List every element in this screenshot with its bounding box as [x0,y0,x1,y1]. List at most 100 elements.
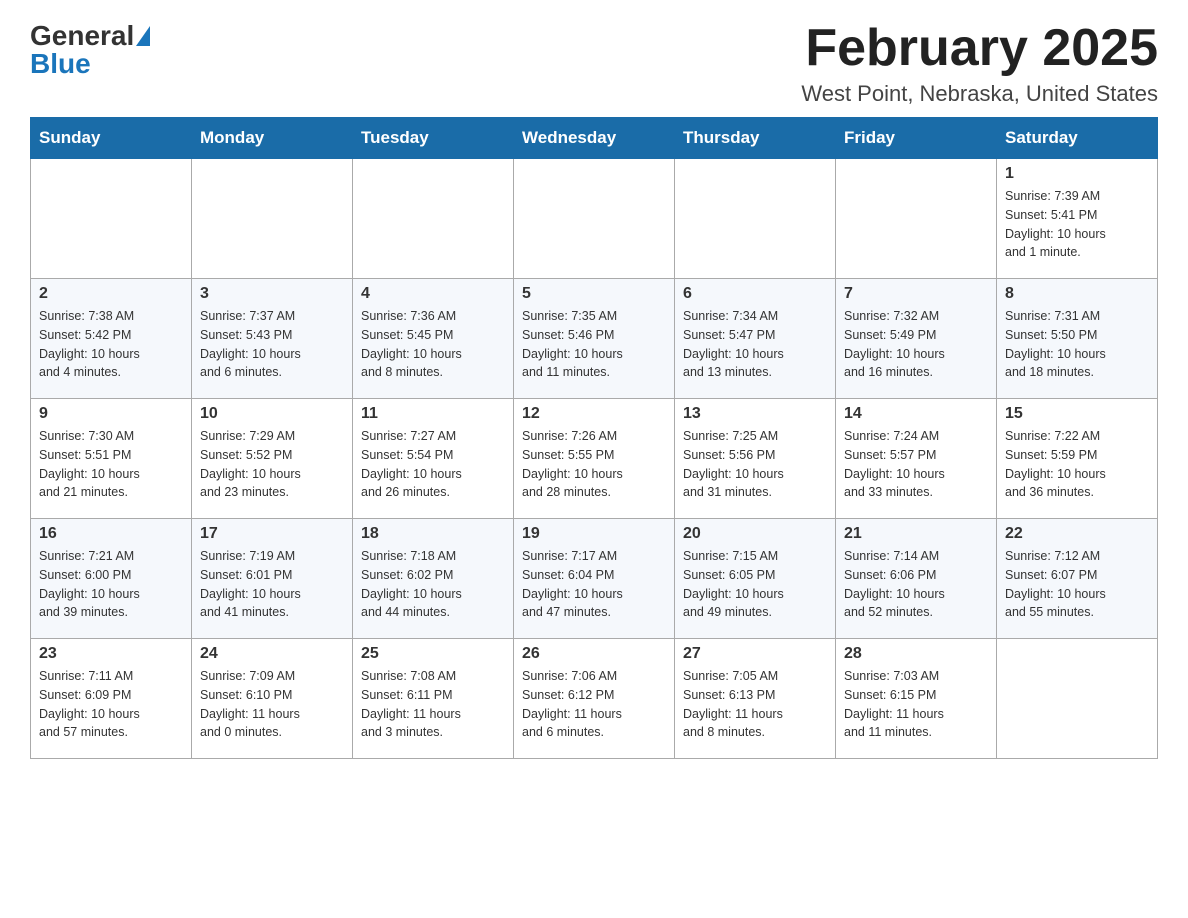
calendar-title: February 2025 [801,20,1158,77]
calendar-cell: 1Sunrise: 7:39 AM Sunset: 5:41 PM Daylig… [997,159,1158,279]
day-number: 14 [844,405,988,423]
day-number: 9 [39,405,183,423]
day-number: 13 [683,405,827,423]
calendar-cell: 20 Sunrise: 7:15 AM Sunset: 6:05 PM Dayli… [675,519,836,639]
calendar-cell [192,159,353,279]
day-info: Sunrise: 7:26 AM Sunset: 5:55 PM Dayligh… [522,427,666,502]
day-number: 24 [200,645,344,663]
calendar-cell [675,159,836,279]
day-info: Sunrise: 7:11 AM Sunset: 6:09 PM Dayligh… [39,667,183,742]
calendar-cell: 7 Sunrise: 7:32 AM Sunset: 5:49 PM Daylig… [836,279,997,399]
col-saturday: Saturday [997,118,1158,159]
calendar-cell: 3 Sunrise: 7:37 AM Sunset: 5:43 PM Daylig… [192,279,353,399]
calendar-cell [836,159,997,279]
day-number: 16 [39,525,183,543]
calendar-cell: 19Sunrise: 7:17 AM Sunset: 6:04 PM Dayli… [514,519,675,639]
day-number: 2 [39,285,183,303]
day-number: 19 [522,525,666,543]
calendar-cell: 2 Sunrise: 7:38 AM Sunset: 5:42 PM Daylig… [31,279,192,399]
calendar-cell: 17Sunrise: 7:19 AM Sunset: 6:01 PM Dayli… [192,519,353,639]
calendar-subtitle: West Point, Nebraska, United States [801,81,1158,107]
calendar-cell: 16 Sunrise: 7:21 AM Sunset: 6:00 PM Dayli… [31,519,192,639]
col-thursday: Thursday [675,118,836,159]
day-info: Sunrise: 7:05 AM Sunset: 6:13 PM Dayligh… [683,667,827,742]
calendar-cell: 21 Sunrise: 7:14 AM Sunset: 6:06 PM Dayli… [836,519,997,639]
calendar-cell: 12 Sunrise: 7:26 AM Sunset: 5:55 PM Dayli… [514,399,675,519]
col-sunday: Sunday [31,118,192,159]
day-number: 20 [683,525,827,543]
day-info: Sunrise: 7:03 AM Sunset: 6:15 PM Dayligh… [844,667,988,742]
day-number: 27 [683,645,827,663]
day-number: 25 [361,645,505,663]
day-info: Sunrise: 7:38 AM Sunset: 5:42 PM Dayligh… [39,307,183,382]
day-info: Sunrise: 7:35 AM Sunset: 5:46 PM Dayligh… [522,307,666,382]
day-info: Sunrise: 7:22 AM Sunset: 5:59 PM Dayligh… [1005,427,1149,502]
day-info: Sunrise: 7:15 AM Sunset: 6:05 PM Dayligh… [683,547,827,622]
calendar-cell: 14 Sunrise: 7:24 AM Sunset: 5:57 PM Dayli… [836,399,997,519]
day-info: Sunrise: 7:08 AM Sunset: 6:11 PM Dayligh… [361,667,505,742]
day-number: 28 [844,645,988,663]
day-number: 17 [200,525,344,543]
day-number: 12 [522,405,666,423]
calendar-cell: 8Sunrise: 7:31 AM Sunset: 5:50 PM Daylig… [997,279,1158,399]
day-info: Sunrise: 7:29 AM Sunset: 5:52 PM Dayligh… [200,427,344,502]
calendar-cell: 5 Sunrise: 7:35 AM Sunset: 5:46 PM Daylig… [514,279,675,399]
page-header: General Blue February 2025 West Point, N… [30,20,1158,107]
day-number: 3 [200,285,344,303]
day-info: Sunrise: 7:09 AM Sunset: 6:10 PM Dayligh… [200,667,344,742]
title-section: February 2025 West Point, Nebraska, Unit… [801,20,1158,107]
calendar-table: Sunday Monday Tuesday Wednesday Thursday… [30,117,1158,759]
calendar-cell: 28 Sunrise: 7:03 AM Sunset: 6:15 PM Dayli… [836,639,997,759]
day-info: Sunrise: 7:27 AM Sunset: 5:54 PM Dayligh… [361,427,505,502]
day-number: 11 [361,405,505,423]
logo-blue-text: Blue [30,48,91,80]
calendar-cell [31,159,192,279]
day-info: Sunrise: 7:36 AM Sunset: 5:45 PM Dayligh… [361,307,505,382]
day-info: Sunrise: 7:39 AM Sunset: 5:41 PM Dayligh… [1005,187,1149,262]
calendar-cell: 18 Sunrise: 7:18 AM Sunset: 6:02 PM Dayli… [353,519,514,639]
week-row-3: 9 Sunrise: 7:30 AM Sunset: 5:51 PM Daylig… [31,399,1158,519]
calendar-cell: 13 Sunrise: 7:25 AM Sunset: 5:56 PM Dayli… [675,399,836,519]
calendar-cell: 26 Sunrise: 7:06 AM Sunset: 6:12 PM Dayli… [514,639,675,759]
col-wednesday: Wednesday [514,118,675,159]
calendar-cell: 11 Sunrise: 7:27 AM Sunset: 5:54 PM Dayli… [353,399,514,519]
logo-triangle-icon [136,26,150,46]
day-info: Sunrise: 7:30 AM Sunset: 5:51 PM Dayligh… [39,427,183,502]
day-number: 15 [1005,405,1149,423]
day-info: Sunrise: 7:18 AM Sunset: 6:02 PM Dayligh… [361,547,505,622]
day-info: Sunrise: 7:14 AM Sunset: 6:06 PM Dayligh… [844,547,988,622]
day-number: 22 [1005,525,1149,543]
day-number: 10 [200,405,344,423]
day-info: Sunrise: 7:12 AM Sunset: 6:07 PM Dayligh… [1005,547,1149,622]
day-info: Sunrise: 7:32 AM Sunset: 5:49 PM Dayligh… [844,307,988,382]
day-number: 7 [844,285,988,303]
calendar-cell [353,159,514,279]
calendar-cell: 10 Sunrise: 7:29 AM Sunset: 5:52 PM Dayli… [192,399,353,519]
logo: General Blue [30,20,150,80]
day-number: 23 [39,645,183,663]
day-info: Sunrise: 7:06 AM Sunset: 6:12 PM Dayligh… [522,667,666,742]
day-info: Sunrise: 7:37 AM Sunset: 5:43 PM Dayligh… [200,307,344,382]
day-number: 5 [522,285,666,303]
calendar-header-row: Sunday Monday Tuesday Wednesday Thursday… [31,118,1158,159]
day-info: Sunrise: 7:34 AM Sunset: 5:47 PM Dayligh… [683,307,827,382]
day-info: Sunrise: 7:24 AM Sunset: 5:57 PM Dayligh… [844,427,988,502]
calendar-cell: 4Sunrise: 7:36 AM Sunset: 5:45 PM Daylig… [353,279,514,399]
day-number: 21 [844,525,988,543]
week-row-1: 1Sunrise: 7:39 AM Sunset: 5:41 PM Daylig… [31,159,1158,279]
day-info: Sunrise: 7:25 AM Sunset: 5:56 PM Dayligh… [683,427,827,502]
day-info: Sunrise: 7:21 AM Sunset: 6:00 PM Dayligh… [39,547,183,622]
day-number: 26 [522,645,666,663]
day-number: 18 [361,525,505,543]
day-number: 6 [683,285,827,303]
col-tuesday: Tuesday [353,118,514,159]
calendar-cell: 27 Sunrise: 7:05 AM Sunset: 6:13 PM Dayli… [675,639,836,759]
week-row-4: 16 Sunrise: 7:21 AM Sunset: 6:00 PM Dayli… [31,519,1158,639]
calendar-cell: 9 Sunrise: 7:30 AM Sunset: 5:51 PM Daylig… [31,399,192,519]
calendar-cell [997,639,1158,759]
day-info: Sunrise: 7:31 AM Sunset: 5:50 PM Dayligh… [1005,307,1149,382]
calendar-cell: 6 Sunrise: 7:34 AM Sunset: 5:47 PM Daylig… [675,279,836,399]
calendar-cell [514,159,675,279]
calendar-cell: 25 Sunrise: 7:08 AM Sunset: 6:11 PM Dayli… [353,639,514,759]
calendar-cell: 23 Sunrise: 7:11 AM Sunset: 6:09 PM Dayli… [31,639,192,759]
